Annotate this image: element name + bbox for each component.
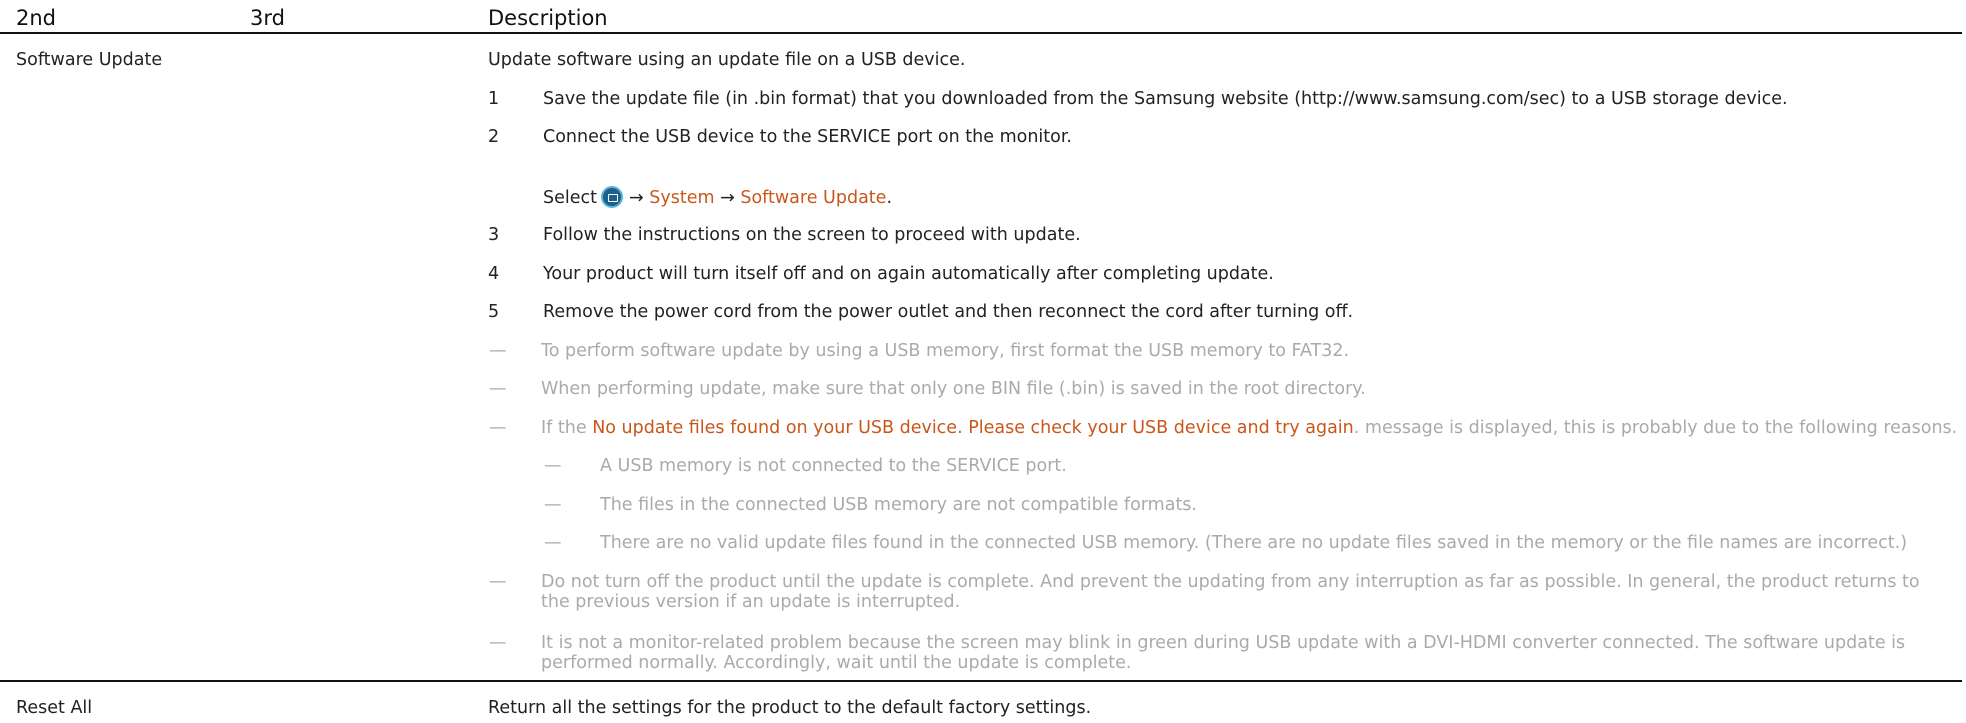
sub-note-dash: — <box>544 533 562 553</box>
header-col-3rd: 3rd <box>250 6 285 30</box>
step-text: Your product will turn itself off and on… <box>543 264 1274 284</box>
path-system: System <box>649 188 715 208</box>
header-divider <box>0 32 1962 34</box>
step-text: Save the update file (in .bin format) th… <box>543 89 1788 109</box>
select-path-line: Select → System → Software Update. <box>543 186 892 208</box>
menu-item-reset-all[interactable]: Reset All <box>16 698 92 718</box>
note-no-update-files: If the No update files found on your USB… <box>541 418 1957 438</box>
menu-icon <box>601 186 623 208</box>
step-number: 5 <box>488 302 500 322</box>
note-suffix: . message is displayed, this is probably… <box>1353 418 1958 438</box>
step-number: 3 <box>488 225 500 245</box>
step-text: Remove the power cord from the power out… <box>543 302 1354 322</box>
menu-item-software-update[interactable]: Software Update <box>16 50 162 70</box>
note-do-not-turn-off: Do not turn off the product until the up… <box>541 572 1920 612</box>
sub-note-no-valid-files: There are no valid update files found in… <box>600 533 1908 553</box>
step-text: Connect the USB device to the SERVICE po… <box>543 127 1072 147</box>
note-fat32: To perform software update by using a US… <box>541 341 1350 361</box>
reset-all-description: Return all the settings for the product … <box>488 698 1092 718</box>
note-bin-file: When performing update, make sure that o… <box>541 379 1366 399</box>
select-label: Select <box>543 188 597 208</box>
arrow-icon: → <box>629 188 644 208</box>
step-number: 4 <box>488 264 500 284</box>
header-col-description: Description <box>488 6 608 30</box>
sub-note-dash: — <box>544 456 562 476</box>
header-col-2nd: 2nd <box>16 6 57 30</box>
sub-note-incompatible: The files in the connected USB memory ar… <box>600 495 1197 515</box>
path-software-update: Software Update <box>740 188 887 208</box>
arrow-icon: → <box>720 188 735 208</box>
sub-note-dash: — <box>544 495 562 515</box>
note-dash: — <box>489 418 507 438</box>
step-text: Follow the instructions on the screen to… <box>543 225 1081 245</box>
note-dash: — <box>489 379 507 399</box>
sub-note-not-connected: A USB memory is not connected to the SER… <box>600 456 1067 476</box>
note-dash: — <box>489 633 507 653</box>
period: . <box>886 188 893 208</box>
error-message-text: No update files found on your USB device… <box>592 418 1354 438</box>
note-dash: — <box>489 341 507 361</box>
software-update-intro: Update software using an update file on … <box>488 50 966 70</box>
note-prefix: If the <box>541 418 587 438</box>
row-divider <box>0 680 1962 682</box>
note-screen-blink: It is not a monitor-related problem beca… <box>541 633 1906 673</box>
step-number: 1 <box>488 89 500 109</box>
note-dash: — <box>489 572 507 592</box>
step-number: 2 <box>488 127 500 147</box>
